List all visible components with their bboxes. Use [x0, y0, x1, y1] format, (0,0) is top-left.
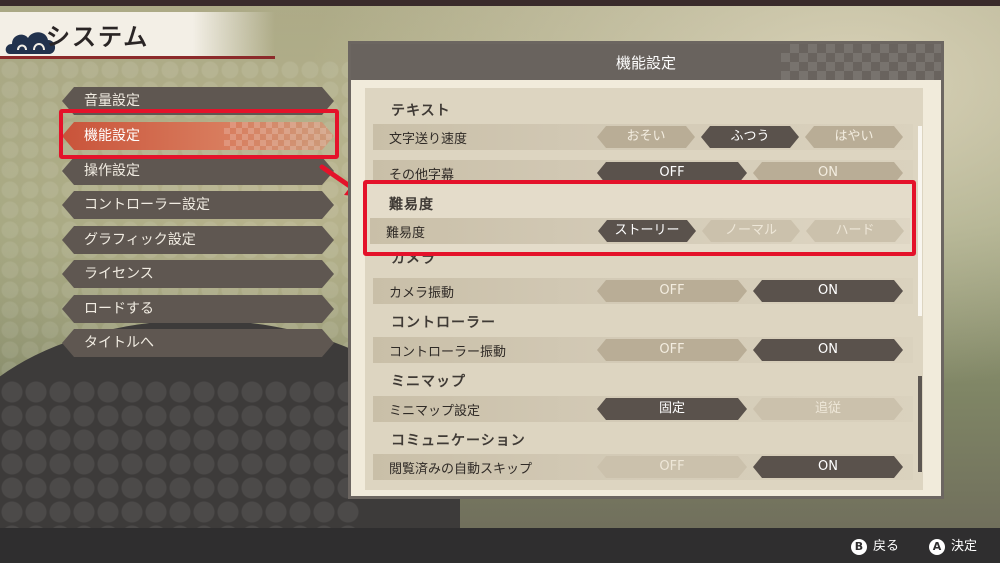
- option-on[interactable]: ON: [753, 456, 903, 478]
- setting-label: コントローラー振動: [389, 345, 507, 360]
- scrollbar-track-upper: [918, 126, 922, 316]
- setting-label: 難易度: [386, 226, 426, 241]
- menu-item-title[interactable]: タイトルへ: [62, 329, 334, 357]
- option-normal-difficulty[interactable]: ノーマル: [702, 220, 800, 242]
- footer-bar: [0, 528, 1000, 563]
- menu-item-graphics[interactable]: グラフィック設定: [62, 226, 334, 254]
- b-button-icon: B: [851, 538, 867, 555]
- panel-title: 機能設定: [351, 44, 941, 80]
- option-hard[interactable]: ハード: [806, 220, 904, 242]
- menu-item-controller[interactable]: コントローラー設定: [62, 191, 334, 219]
- option-fixed[interactable]: 固定: [597, 398, 747, 420]
- setting-row-text-speed[interactable]: 文字送り速度 おそい ふつう はやい: [373, 124, 913, 150]
- section-heading-controller: コントローラー: [391, 315, 496, 331]
- top-band: [0, 0, 1000, 6]
- option-story[interactable]: ストーリー: [598, 220, 696, 242]
- section-heading-minimap: ミニマップ: [391, 374, 466, 390]
- setting-label: ミニマップ設定: [389, 404, 481, 419]
- back-label: 戻る: [873, 539, 900, 554]
- confirm-hint[interactable]: A 決定: [929, 535, 977, 555]
- settings-list[interactable]: テキスト 文字送り速度 おそい ふつう はやい その他字幕 OFF ON カメラ…: [365, 88, 923, 490]
- option-off[interactable]: OFF: [597, 456, 747, 478]
- setting-row-controller-vibration[interactable]: コントローラー振動 OFF ON: [373, 337, 913, 363]
- option-slow[interactable]: おそい: [597, 126, 695, 148]
- scrollbar[interactable]: [918, 126, 922, 472]
- section-heading-text: テキスト: [391, 103, 451, 119]
- setting-row-camera-shake[interactable]: カメラ振動 OFF ON: [373, 278, 913, 304]
- menu-item-control[interactable]: 操作設定: [62, 157, 334, 185]
- setting-label: カメラ振動: [389, 286, 455, 301]
- settings-panel: 機能設定 テキスト 文字送り速度 おそい ふつう はやい その他字幕 OFF O…: [348, 41, 944, 499]
- a-button-icon: A: [929, 538, 945, 555]
- setting-row-minimap[interactable]: ミニマップ設定 固定 追従: [373, 396, 913, 422]
- back-hint[interactable]: B 戻る: [851, 535, 899, 555]
- option-normal[interactable]: ふつう: [701, 126, 799, 148]
- hill-pattern: [0, 380, 360, 530]
- setting-row-auto-skip[interactable]: 閲覧済みの自動スキップ OFF ON: [373, 454, 913, 480]
- setting-label: 閲覧済みの自動スキップ: [389, 462, 533, 477]
- active-menu-highlight: [59, 109, 339, 159]
- setting-row-difficulty[interactable]: 難易度 ストーリー ノーマル ハード: [370, 218, 910, 244]
- menu-item-license[interactable]: ライセンス: [62, 260, 334, 288]
- difficulty-highlight: 難易度 難易度 ストーリー ノーマル ハード: [363, 180, 916, 256]
- option-on[interactable]: ON: [753, 339, 903, 361]
- option-off[interactable]: OFF: [597, 339, 747, 361]
- confirm-label: 決定: [951, 539, 978, 554]
- menu-item-load[interactable]: ロードする: [62, 295, 334, 323]
- option-off[interactable]: OFF: [597, 280, 747, 302]
- page-title: システム: [46, 23, 150, 51]
- option-fast[interactable]: はやい: [805, 126, 903, 148]
- option-follow[interactable]: 追従: [753, 398, 903, 420]
- scrollbar-thumb[interactable]: [918, 376, 922, 472]
- section-heading-communication: コミュニケーション: [391, 433, 526, 449]
- section-heading-difficulty: 難易度: [389, 197, 434, 213]
- option-on[interactable]: ON: [753, 280, 903, 302]
- setting-label: 文字送り速度: [389, 132, 468, 147]
